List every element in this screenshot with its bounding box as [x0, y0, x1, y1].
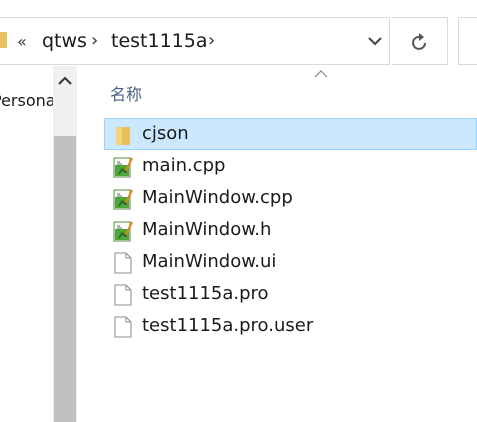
refresh-icon — [412, 33, 426, 50]
file-row[interactable]: cjson — [104, 118, 477, 150]
cpp-source-icon — [113, 188, 133, 210]
sort-ascending-icon — [314, 70, 328, 78]
file-name: MainWindow.h — [142, 219, 272, 240]
breadcrumb-test1115a[interactable]: test1115a — [111, 30, 207, 52]
navigation-pane: Personal — [0, 66, 53, 422]
folder-icon — [113, 124, 133, 146]
overflow-crumb-button[interactable]: « — [17, 31, 27, 53]
breadcrumb-separator-icon[interactable]: › — [208, 30, 215, 52]
nav-item-personal[interactable]: Personal — [0, 91, 53, 110]
file-list: cjson main.cpp MainWindow.cpp MainWindow.h M… — [104, 118, 477, 342]
address-bar[interactable]: « qtws › test1115a › — [0, 17, 390, 65]
file-row[interactable]: MainWindow.h — [104, 214, 477, 246]
file-name: cjson — [142, 123, 189, 144]
breadcrumb-qtws[interactable]: qtws — [42, 30, 87, 52]
file-row[interactable]: test1115a.pro — [104, 278, 477, 310]
nav-scrollbar[interactable] — [53, 66, 77, 422]
folder-icon — [0, 32, 7, 48]
file-name: test1115a.pro.user — [142, 315, 314, 336]
search-input[interactable] — [458, 17, 477, 65]
scroll-thumb[interactable] — [54, 136, 76, 422]
generic-file-icon — [113, 316, 133, 338]
cpp-source-icon — [113, 220, 133, 242]
chevron-down-icon[interactable] — [366, 32, 384, 50]
generic-file-icon — [113, 284, 133, 306]
file-row[interactable]: MainWindow.cpp — [104, 182, 477, 214]
ribbon-strip — [0, 0, 477, 8]
generic-file-icon — [113, 252, 133, 274]
file-row[interactable]: MainWindow.ui — [104, 246, 477, 278]
file-row[interactable]: test1115a.pro.user — [104, 310, 477, 342]
column-header-name[interactable]: 名称 — [110, 81, 142, 105]
scroll-up-icon[interactable] — [58, 76, 72, 86]
file-name: main.cpp — [142, 155, 226, 176]
file-name: MainWindow.ui — [142, 251, 277, 272]
cpp-source-icon — [113, 156, 133, 178]
file-row[interactable]: main.cpp — [104, 150, 477, 182]
file-name: test1115a.pro — [142, 283, 269, 304]
file-name: MainWindow.cpp — [142, 187, 293, 208]
refresh-button[interactable] — [392, 17, 448, 65]
breadcrumb-separator-icon[interactable]: › — [91, 30, 98, 52]
